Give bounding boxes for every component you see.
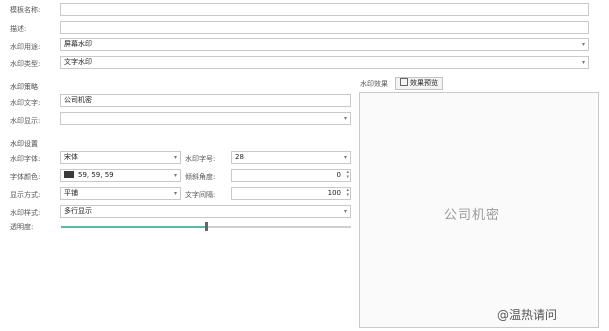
type-label: 水印类型: bbox=[10, 60, 41, 68]
text-spacing-value: 100 bbox=[327, 189, 341, 197]
watermark-text-input[interactable]: 公司机密 bbox=[60, 94, 351, 107]
chevron-down-icon: ▾ bbox=[173, 154, 177, 161]
display-mode-select[interactable]: 平铺 ▾ bbox=[60, 187, 181, 200]
font-label: 水印字体: bbox=[10, 155, 41, 163]
preview-label: 水印效果 bbox=[360, 80, 388, 88]
text-spacing-label: 文字间隔: bbox=[185, 191, 216, 199]
chevron-down-icon: ▾ bbox=[343, 154, 347, 161]
preview-button-label: 效果预览 bbox=[410, 79, 438, 87]
color-swatch bbox=[64, 170, 74, 178]
display-mode-label: 显示方式: bbox=[10, 191, 41, 199]
description-input[interactable] bbox=[60, 21, 589, 34]
tilt-angle-stepper[interactable]: 0 ▴ ▾ bbox=[231, 169, 351, 182]
chevron-down-icon: ▾ bbox=[581, 59, 585, 66]
settings-section-title: 水印设置 bbox=[10, 140, 38, 148]
preview-icon bbox=[400, 78, 408, 86]
tilt-angle-value: 0 bbox=[336, 171, 341, 179]
type-select[interactable]: 文字水印 ▾ bbox=[60, 56, 589, 69]
text-spacing-stepper[interactable]: 100 ▴ ▾ bbox=[231, 187, 351, 200]
font-size-select[interactable]: 28 ▾ bbox=[231, 151, 351, 164]
chevron-down-icon: ▾ bbox=[581, 41, 585, 48]
usage-select[interactable]: 屏幕水印 ▾ bbox=[60, 38, 589, 51]
display-mode-value: 平铺 bbox=[64, 189, 78, 197]
description-label: 描述: bbox=[10, 25, 27, 33]
chevron-down-icon: ▾ bbox=[173, 172, 177, 179]
preview-button[interactable]: 效果预览 bbox=[395, 77, 443, 90]
spinner-arrows-icon[interactable]: ▴ ▾ bbox=[346, 170, 349, 180]
preview-sample-text: 公司机密 bbox=[444, 208, 501, 223]
watermark-display-select[interactable]: ▾ bbox=[60, 112, 351, 125]
chevron-down-icon: ▾ bbox=[343, 115, 347, 122]
tilt-angle-label: 倾斜角度: bbox=[185, 173, 216, 181]
type-value: 文字水印 bbox=[64, 58, 92, 66]
chevron-down-icon: ▾ bbox=[343, 208, 347, 215]
template-name-input[interactable] bbox=[60, 3, 589, 16]
opacity-slider-handle[interactable] bbox=[205, 222, 208, 231]
watermark-style-value: 多行显示 bbox=[64, 207, 92, 215]
font-select[interactable]: 宋体 ▾ bbox=[60, 151, 181, 164]
footer-watermark: @温热请问 bbox=[497, 308, 558, 322]
usage-label: 水印用途: bbox=[10, 43, 41, 51]
font-size-label: 水印字号: bbox=[185, 155, 216, 163]
spinner-arrows-icon[interactable]: ▴ ▾ bbox=[346, 188, 349, 198]
opacity-slider-fill bbox=[61, 226, 206, 228]
font-value: 宋体 bbox=[64, 153, 78, 161]
watermark-text-label: 水印文字: bbox=[10, 99, 41, 107]
watermark-style-select[interactable]: 多行显示 ▾ bbox=[60, 205, 351, 218]
font-color-label: 字体颜色: bbox=[10, 173, 41, 181]
template-name-label: 模板名称: bbox=[10, 6, 41, 14]
opacity-label: 透明度: bbox=[10, 223, 34, 231]
chevron-down-icon: ▾ bbox=[173, 190, 177, 197]
watermark-style-label: 水印样式: bbox=[10, 209, 41, 217]
font-size-value: 28 bbox=[235, 153, 244, 161]
watermark-display-label: 水印显示: bbox=[10, 117, 41, 125]
font-color-picker[interactable]: 59, 59, 59 ▾ bbox=[60, 169, 181, 182]
usage-value: 屏幕水印 bbox=[64, 40, 92, 48]
content-section-title: 水印策略 bbox=[10, 83, 38, 91]
font-color-value: 59, 59, 59 bbox=[78, 171, 114, 179]
